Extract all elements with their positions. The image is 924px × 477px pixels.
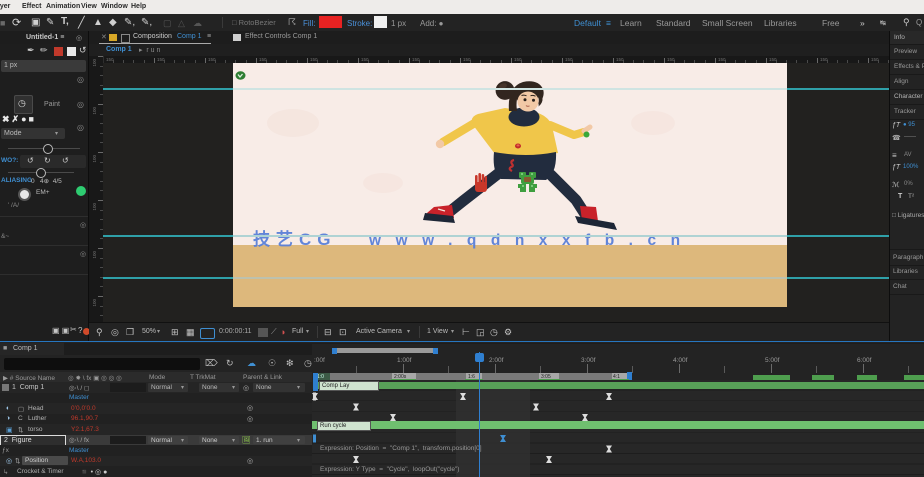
svg-text:技艺CG: 技艺CG [253,229,337,249]
